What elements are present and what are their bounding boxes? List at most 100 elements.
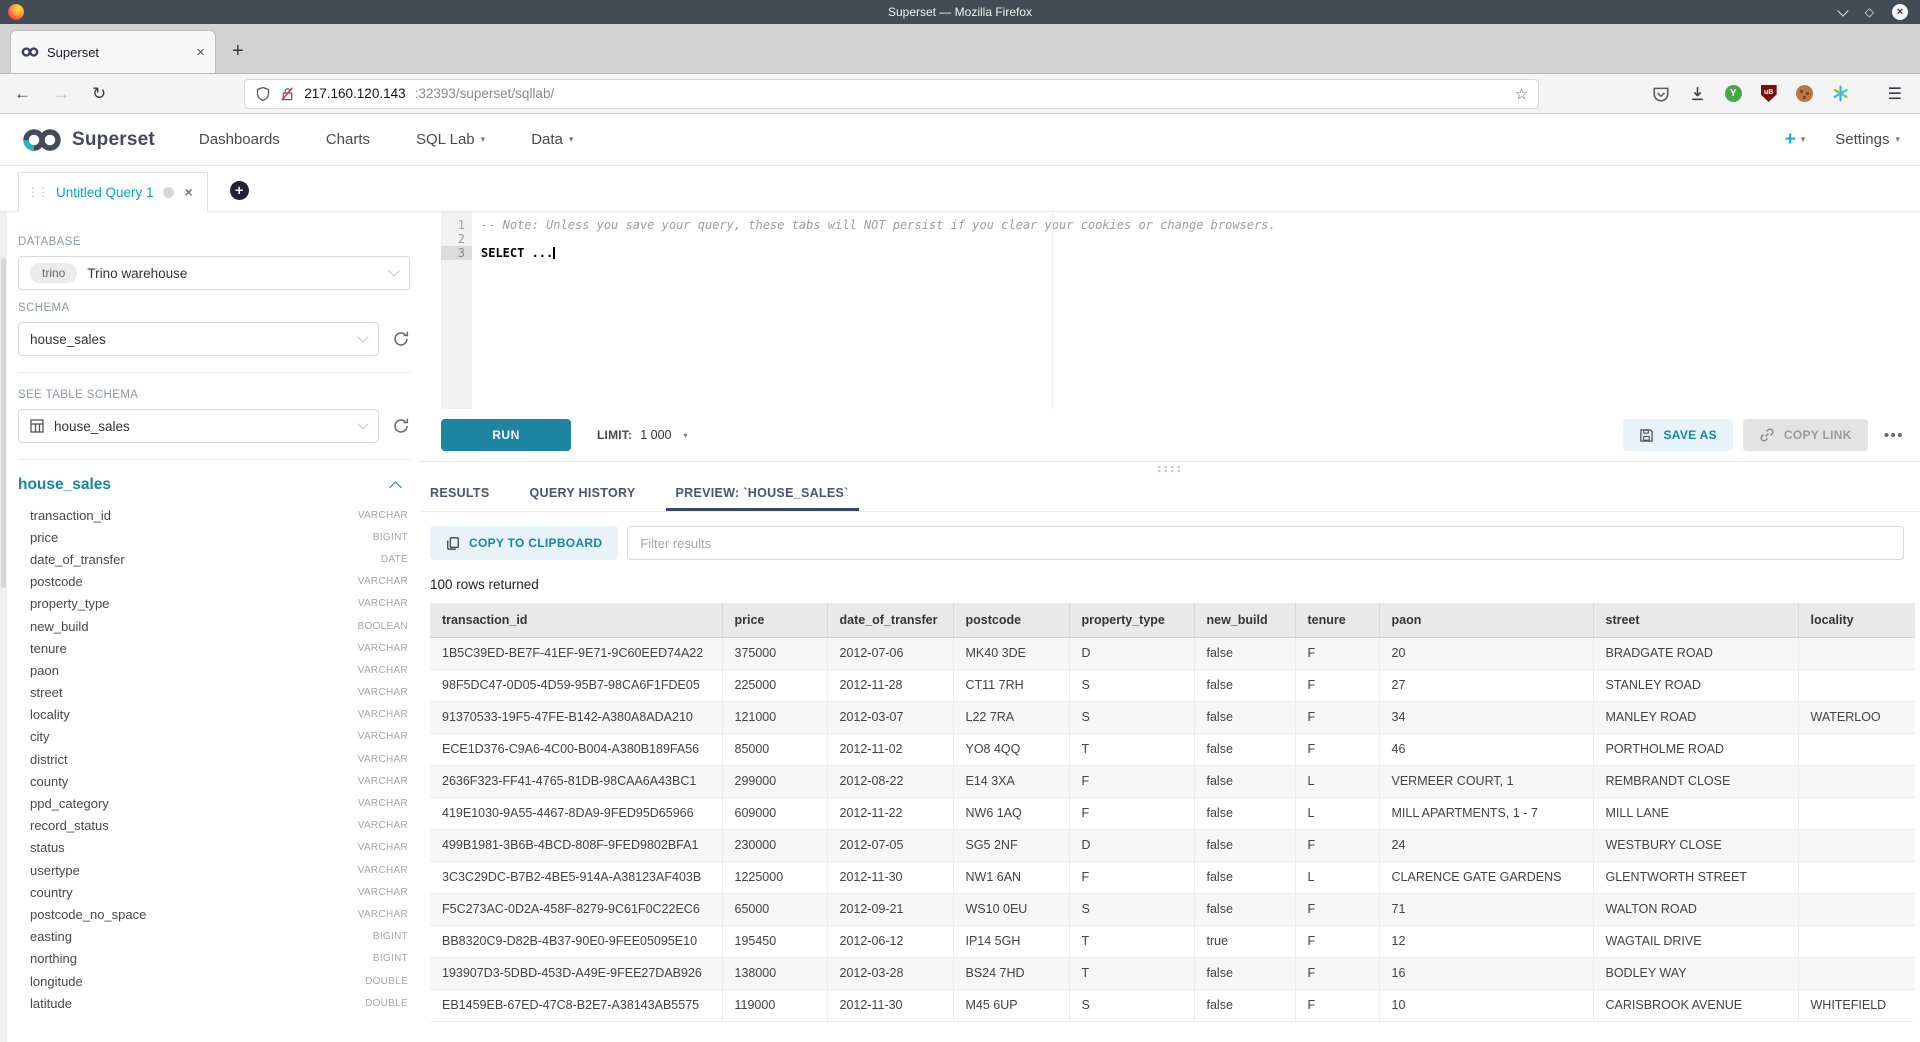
- nav-item-charts[interactable]: Charts: [326, 131, 370, 148]
- schema-select[interactable]: house_sales: [18, 322, 379, 356]
- schema-column-row[interactable]: countryVARCHAR: [30, 881, 408, 903]
- column-header-transaction_id[interactable]: transaction_id: [430, 603, 722, 637]
- table-row[interactable]: EB1459EB-67ED-47C8-B2E7-A38143AB55751190…: [430, 989, 1915, 1021]
- editor-code[interactable]: -- Note: Unless you save your query, the…: [472, 212, 1920, 409]
- column-header-locality[interactable]: locality: [1798, 603, 1915, 637]
- table-row[interactable]: 91370533-19F5-47FE-B142-A380A8ADA2101210…: [430, 701, 1915, 733]
- add-new-button[interactable]: + ▾: [1785, 130, 1806, 149]
- results-tab-results[interactable]: RESULTS: [430, 475, 490, 511]
- sql-code-editor[interactable]: 123 -- Note: Unless you save your query,…: [441, 212, 1920, 409]
- pocket-icon[interactable]: [1652, 85, 1670, 103]
- table-row[interactable]: F5C273AC-0D2A-458F-8279-9C61F0C22EC66500…: [430, 893, 1915, 925]
- schema-column-row[interactable]: record_statusVARCHAR: [30, 815, 408, 837]
- window-minimize-icon[interactable]: [1837, 5, 1848, 16]
- schema-column-row[interactable]: eastingBIGINT: [30, 926, 408, 948]
- schema-column-row[interactable]: districtVARCHAR: [30, 748, 408, 770]
- schema-column-row[interactable]: northingBIGINT: [30, 948, 408, 970]
- window-maximize-icon[interactable]: ◇: [1865, 6, 1874, 18]
- table-row[interactable]: 499B1981-3B6B-4BCD-808F-9FED9802BFA12300…: [430, 829, 1915, 861]
- settings-menu[interactable]: Settings ▾: [1835, 131, 1900, 148]
- table-row[interactable]: 419E1030-9A55-4467-8DA9-9FED95D659666090…: [430, 797, 1915, 829]
- nav-item-dashboards[interactable]: Dashboards: [199, 131, 280, 148]
- menu-icon[interactable]: ☰: [1888, 84, 1902, 104]
- results-tab-preview-house-sales[interactable]: PREVIEW: `HOUSE_SALES`: [676, 475, 849, 511]
- schema-column-row[interactable]: new_buildBOOLEAN: [30, 615, 408, 637]
- drag-handle-icon[interactable]: ⋮⋮: [27, 185, 47, 199]
- copy-link-button[interactable]: COPY LINK: [1743, 419, 1868, 451]
- schema-column-row[interactable]: date_of_transferDATE: [30, 548, 408, 570]
- column-header-property_type[interactable]: property_type: [1069, 603, 1194, 637]
- table-row[interactable]: ECE1D376-C9A6-4C00-B004-A380B189FA568500…: [430, 733, 1915, 765]
- limit-dropdown[interactable]: LIMIT: 1 000 ▾: [597, 428, 688, 442]
- table-select[interactable]: house_sales: [18, 409, 379, 443]
- table-name-heading[interactable]: house_sales: [18, 476, 111, 494]
- copy-to-clipboard-button[interactable]: COPY TO CLIPBOARD: [430, 526, 618, 560]
- back-icon[interactable]: ←: [14, 84, 31, 104]
- refresh-table-icon[interactable]: [392, 417, 410, 435]
- superset-logo[interactable]: Superset: [20, 126, 155, 154]
- column-header-street[interactable]: street: [1593, 603, 1798, 637]
- schema-column-row[interactable]: streetVARCHAR: [30, 682, 408, 704]
- schema-column-row[interactable]: countyVARCHAR: [30, 770, 408, 792]
- table-row[interactable]: 3C3C29DC-B7B2-4BE5-914A-A38123AF403B1225…: [430, 861, 1915, 893]
- schema-column-row[interactable]: property_typeVARCHAR: [30, 593, 408, 615]
- run-button[interactable]: RUN: [441, 419, 571, 451]
- schema-column-row[interactable]: postcodeVARCHAR: [30, 571, 408, 593]
- window-close-icon[interactable]: ×: [1892, 4, 1908, 20]
- save-as-button[interactable]: SAVE AS: [1623, 419, 1732, 451]
- table-row[interactable]: 2636F323-FF41-4765-81DB-98CAA6A43BC12990…: [430, 765, 1915, 797]
- table-row[interactable]: 193907D3-5DBD-453D-A49E-9FEE27DAB9261380…: [430, 957, 1915, 989]
- schema-column-row[interactable]: statusVARCHAR: [30, 837, 408, 859]
- filter-results-input[interactable]: [627, 526, 1904, 560]
- multiaccount-extension-icon[interactable]: [1832, 85, 1849, 102]
- column-header-tenure[interactable]: tenure: [1295, 603, 1379, 637]
- reload-icon[interactable]: ↻: [92, 84, 106, 104]
- new-browser-tab-button[interactable]: +: [232, 41, 244, 61]
- database-select[interactable]: trino Trino warehouse: [18, 256, 410, 290]
- column-header-price[interactable]: price: [722, 603, 827, 637]
- column-header-new_build[interactable]: new_build: [1194, 603, 1295, 637]
- query-tab-active[interactable]: ⋮⋮ Untitled Query 1 ×: [18, 172, 208, 212]
- column-header-postcode[interactable]: postcode: [953, 603, 1069, 637]
- forward-icon[interactable]: →: [53, 84, 70, 104]
- table-row[interactable]: 98F5DC47-0D05-4D59-95B7-98CA6F1FDE052250…: [430, 669, 1915, 701]
- schema-column-row[interactable]: ppd_categoryVARCHAR: [30, 792, 408, 814]
- schema-column-row[interactable]: priceBIGINT: [30, 526, 408, 548]
- copy-to-clipboard-label: COPY TO CLIPBOARD: [469, 536, 602, 550]
- schema-column-row[interactable]: latitudeDOUBLE: [30, 992, 408, 1014]
- bookmark-star-icon[interactable]: ☆: [1515, 85, 1528, 103]
- schema-column-row[interactable]: cityVARCHAR: [30, 726, 408, 748]
- insecure-lock-icon[interactable]: [280, 86, 295, 102]
- schema-column-row[interactable]: usertypeVARCHAR: [30, 859, 408, 881]
- schema-column-row[interactable]: localityVARCHAR: [30, 704, 408, 726]
- cookie-extension-icon[interactable]: [1796, 85, 1813, 102]
- schema-column-row[interactable]: transaction_idVARCHAR: [30, 504, 408, 526]
- sidebar-scrollbar[interactable]: [0, 212, 7, 1042]
- tracking-shield-icon[interactable]: [255, 86, 271, 102]
- browser-tab[interactable]: Superset ×: [10, 30, 216, 73]
- schema-column-row[interactable]: tenureVARCHAR: [30, 637, 408, 659]
- query-tab-close-icon[interactable]: ×: [185, 184, 193, 200]
- table-cell: 2012-03-28: [827, 957, 953, 989]
- add-query-tab-button[interactable]: +: [230, 181, 249, 200]
- refresh-schema-icon[interactable]: [392, 330, 410, 348]
- table-row[interactable]: 1B5C39ED-BE7F-41EF-9E71-9C60EED74A223750…: [430, 637, 1915, 669]
- collapse-chevron-up-icon[interactable]: [389, 481, 402, 494]
- column-header-date_of_transfer[interactable]: date_of_transfer: [827, 603, 953, 637]
- nav-item-sql-lab[interactable]: SQL Lab▾: [416, 131, 485, 148]
- table-row[interactable]: BB8320C9-D82B-4B37-90E0-9FEE05095E101954…: [430, 925, 1915, 957]
- url-bar[interactable]: 217.160.120.143:32393/superset/sqllab/ ☆: [244, 79, 1539, 109]
- results-table-container[interactable]: transaction_idpricedate_of_transferpostc…: [430, 603, 1915, 1042]
- results-tab-query-history[interactable]: QUERY HISTORY: [530, 475, 636, 511]
- ublock-extension-icon[interactable]: uB: [1761, 85, 1777, 102]
- column-header-paon[interactable]: paon: [1379, 603, 1593, 637]
- schema-column-row[interactable]: longitudeDOUBLE: [30, 970, 408, 992]
- downloads-icon[interactable]: [1689, 85, 1706, 102]
- tab-close-icon[interactable]: ×: [196, 44, 205, 61]
- schema-column-row[interactable]: postcode_no_spaceVARCHAR: [30, 903, 408, 925]
- schema-column-row[interactable]: paonVARCHAR: [30, 659, 408, 681]
- extension-green-icon[interactable]: Y: [1725, 85, 1742, 102]
- more-options-icon[interactable]: •••: [1884, 427, 1904, 444]
- pane-resize-handle[interactable]: [420, 462, 1920, 475]
- nav-item-data[interactable]: Data▾: [531, 131, 573, 148]
